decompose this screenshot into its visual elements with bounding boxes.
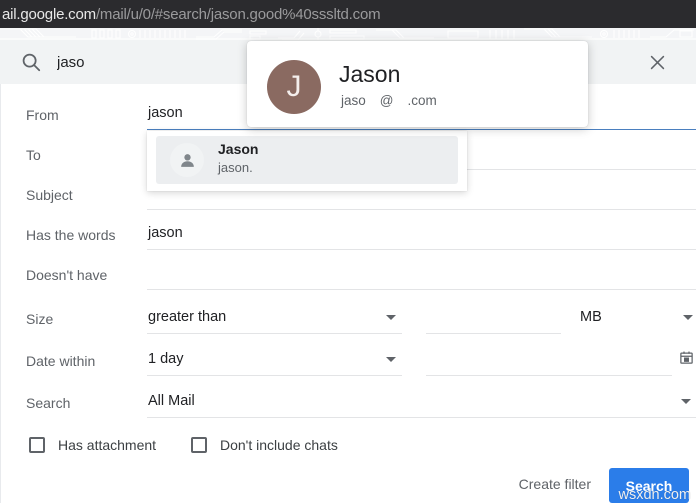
date-within-value: 1 day [148, 351, 184, 367]
autocomplete-dropdown: Jason jason. [147, 131, 467, 191]
contact-hover-card: J Jason jaso @ .com [247, 41, 588, 127]
search-icon [20, 51, 42, 73]
avatar: J [267, 60, 321, 114]
search-button[interactable]: Search [609, 468, 689, 503]
chevron-down-icon [683, 315, 693, 320]
create-filter-button[interactable]: Create filter [519, 476, 591, 492]
size-unit-value: MB [580, 309, 602, 325]
label-doesnt-have: Doesn't have [26, 267, 108, 283]
dont-include-chats-checkbox[interactable] [191, 437, 207, 453]
avatar-initial: J [286, 70, 302, 103]
date-input[interactable] [426, 346, 672, 376]
dont-include-chats-label[interactable]: Don't include chats [220, 437, 338, 453]
size-comparator-value: greater than [148, 309, 227, 325]
doesnt-have-input[interactable] [147, 260, 696, 290]
form-row-size: Size greater than MB [1, 304, 696, 344]
form-row-has-the-words: Has the words jason [1, 220, 696, 260]
contact-name: Jason [339, 61, 401, 87]
date-within-dropdown[interactable]: 1 day [147, 346, 402, 376]
search-scope-dropdown[interactable]: All Mail [147, 388, 696, 418]
contact-email-at: @ [379, 93, 394, 108]
autocomplete-name: Jason [218, 141, 259, 157]
label-from: From [26, 107, 59, 123]
autocomplete-item-jason[interactable]: Jason jason. [156, 136, 458, 184]
close-icon[interactable] [645, 50, 669, 74]
has-the-words-value: jason [148, 225, 183, 241]
chevron-down-icon [386, 357, 396, 362]
form-row-search-scope: Search All Mail [1, 388, 696, 428]
person-icon [170, 143, 204, 177]
browser-url-bar[interactable]: ail.google.com/mail/u/0/#search/jason.go… [0, 0, 696, 28]
size-amount-input[interactable] [426, 304, 561, 334]
size-comparator-dropdown[interactable]: greater than [147, 304, 402, 334]
contact-email: jaso @ .com [341, 93, 451, 108]
checkbox-row: Has attachment Don't include chats [1, 429, 696, 463]
form-row-doesnt-have: Doesn't have [1, 260, 696, 300]
label-has-the-words: Has the words [26, 227, 116, 243]
search-scope-value: All Mail [148, 393, 195, 409]
label-date-within: Date within [26, 353, 96, 369]
chevron-down-icon [386, 315, 396, 320]
label-size: Size [26, 311, 54, 327]
calendar-icon[interactable] [679, 350, 694, 370]
url-host: ail.google.com [2, 5, 96, 23]
size-unit-dropdown[interactable]: MB [579, 304, 696, 334]
contact-email-domain: .com [407, 93, 437, 108]
from-value: jason [148, 105, 183, 121]
app-root: ail.google.com/mail/u/0/#search/jason.go… [0, 0, 696, 503]
label-search-scope: Search [26, 395, 71, 411]
autocomplete-email: jason. [218, 160, 253, 175]
label-subject: Subject [26, 187, 73, 203]
has-attachment-checkbox[interactable] [29, 437, 45, 453]
form-row-date-within: Date within 1 day [1, 346, 696, 386]
has-attachment-label[interactable]: Has attachment [58, 437, 156, 453]
url-path: /mail/u/0/#search/jason.good%40sssltd.co… [95, 5, 381, 23]
chevron-down-icon [681, 399, 691, 404]
has-the-words-input[interactable]: jason [147, 220, 696, 250]
label-to: To [26, 147, 41, 163]
panel-footer: Create filter Search wsxdn.com [1, 468, 696, 503]
contact-email-local: jaso [341, 93, 366, 108]
